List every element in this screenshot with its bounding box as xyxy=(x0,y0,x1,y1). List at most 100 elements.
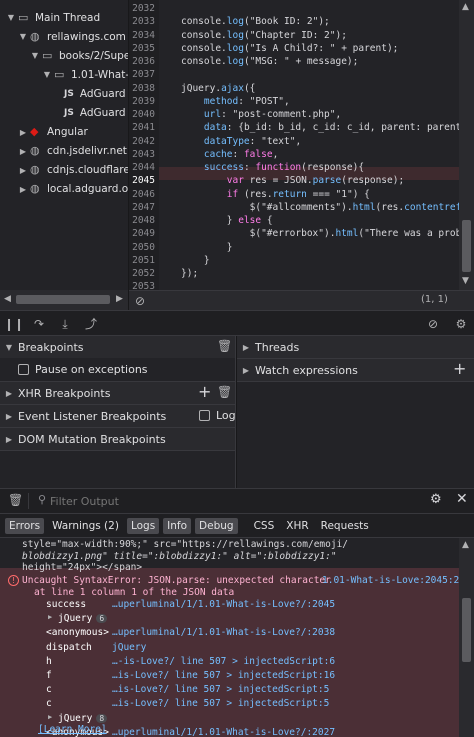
line-number[interactable]: 2040 xyxy=(129,109,155,120)
line-number[interactable]: 2052 xyxy=(129,268,155,279)
learn-more-link[interactable]: [Learn More] xyxy=(38,724,107,735)
pause-icon[interactable]: ❙❙ xyxy=(4,315,24,333)
scroll-thumb[interactable] xyxy=(16,295,110,304)
scroll-thumb[interactable] xyxy=(462,220,471,272)
console-scrollbar[interactable]: ▲ xyxy=(459,538,474,737)
pretty-print-icon[interactable]: ⊘ xyxy=(135,294,145,308)
tree-item[interactable]: JS AdGuard Po xyxy=(54,104,128,123)
expand-right-icon[interactable]: ▶ xyxy=(18,147,28,156)
line-number[interactable]: 2050 xyxy=(129,242,155,253)
expand-down-icon[interactable]: ▼ xyxy=(42,70,52,79)
line-number[interactable]: 2041 xyxy=(129,122,155,133)
line-number[interactable]: 2035 xyxy=(129,43,155,54)
step-out-icon[interactable]: ⤴ xyxy=(82,315,100,333)
filter-css[interactable]: CSS xyxy=(250,518,279,534)
stack-frame-source-link[interactable]: …is-Love?/ line 507 > injectedScript:5 xyxy=(112,698,329,709)
scroll-down-icon[interactable]: ▼ xyxy=(462,276,469,286)
stack-frame-source-link[interactable]: …uperluminal/1/1.01-What-is-Love?/:2038 xyxy=(112,627,335,638)
tree-item[interactable]: ▼▭ books/2/Superl xyxy=(30,46,128,65)
filter-xhr[interactable]: XHR xyxy=(282,518,312,534)
settings-gear-icon[interactable]: ⚙ xyxy=(452,315,470,333)
pause-exceptions-checkbox[interactable] xyxy=(18,363,29,375)
filter-info[interactable]: Info xyxy=(163,517,192,534)
line-gutter[interactable]: 2032 2033 2034 2035 2036 2037 2038 2039 2040 2041… xyxy=(129,0,159,290)
code-editor[interactable]: 2032 2033 2034 2035 2036 2037 2038 2039 2040 2041… xyxy=(129,0,474,290)
line-number[interactable]: 2038 xyxy=(129,83,155,94)
pause-on-exceptions-row[interactable]: Pause on exceptions xyxy=(0,359,235,379)
tree-item[interactable]: ▼ ◍ rellawings.com xyxy=(18,27,126,46)
breakpoints-header[interactable]: ▼ Breakpoints 🗑 xyxy=(0,336,235,358)
add-icon[interactable]: + xyxy=(198,382,211,401)
scroll-left-icon[interactable]: ◀ xyxy=(4,294,11,304)
code-line[interactable]: var res = JSON.parse(response); xyxy=(181,175,404,186)
editor-vertical-scrollbar[interactable]: ▲ ▼ xyxy=(459,0,474,290)
stack-frame-source-link[interactable]: …-is-Love?/ line 507 > injectedScript:6 xyxy=(112,656,335,667)
scroll-right-icon[interactable]: ▶ xyxy=(116,294,123,304)
tree-item[interactable]: ▶ ◆ Angular xyxy=(18,123,88,142)
step-over-icon[interactable]: ↷ xyxy=(30,315,48,333)
tree-horizontal-scrollbar[interactable]: ◀ ▶ xyxy=(0,290,128,310)
stack-frame-source-link[interactable]: jQuery xyxy=(112,642,146,653)
code-line[interactable]: } else { xyxy=(181,215,273,226)
xhr-breakpoints-header[interactable]: ▶ XHR Breakpoints + 🗑 xyxy=(0,382,235,404)
line-number[interactable]: 2037 xyxy=(129,69,155,80)
tree-item[interactable]: ▶ ◍ cdn.jsdelivr.net xyxy=(18,142,127,161)
line-number[interactable]: 2043 xyxy=(129,149,155,160)
line-number[interactable]: 2049 xyxy=(129,228,155,239)
stack-frame-source-link[interactable]: …uperluminal/1/1.01-What-is-Love?/:2045 xyxy=(112,599,335,610)
line-number[interactable]: 2042 xyxy=(129,136,155,147)
threads-header[interactable]: ▶ Threads xyxy=(237,336,474,358)
line-number[interactable]: 2053 xyxy=(129,281,155,290)
trash-icon[interactable]: 🗑 xyxy=(217,385,232,399)
tree-item[interactable]: ▶◍ local.adguard.org xyxy=(18,180,128,199)
stack-frame-source-link[interactable]: …is-Love?/ line 507 > injectedScript:16 xyxy=(112,670,335,681)
code-line[interactable]: $("#allcomments").html(res.contentrefres… xyxy=(181,202,474,213)
event-listener-header[interactable]: ▶ Event Listener Breakpoints Log xyxy=(0,405,236,427)
expand-down-icon[interactable]: ▼ xyxy=(18,32,28,41)
scroll-up-icon[interactable]: ▲ xyxy=(462,2,469,12)
tree-item[interactable]: JS AdGuard Ext xyxy=(54,84,128,103)
dom-mutation-header[interactable]: ▶ DOM Mutation Breakpoints xyxy=(0,428,235,450)
code-line[interactable]: console.log("Book ID: 2"); xyxy=(181,16,330,27)
code-line[interactable]: console.log("Chapter ID: 2"); xyxy=(181,30,347,41)
code-line[interactable]: }); xyxy=(181,268,198,279)
stack-frame-source-link[interactable]: …uperluminal/1/1.01-What-is-Love?/:2027 xyxy=(112,727,335,737)
trash-icon[interactable]: 🗑 xyxy=(217,339,232,353)
deactivate-breakpoints-icon[interactable]: ⊘ xyxy=(424,315,442,333)
log-checkbox[interactable] xyxy=(199,410,216,424)
code-line[interactable]: data: {b_id: b_id, c_id: c_id, parent: p… xyxy=(181,122,474,133)
code-line[interactable]: method: "POST", xyxy=(181,96,290,107)
filter-warnings[interactable]: Warnings (2) xyxy=(48,518,123,534)
line-number[interactable]: 2039 xyxy=(129,96,155,107)
code-line[interactable]: jQuery.ajax({ xyxy=(181,83,255,94)
expand-right-icon[interactable]: ▶ xyxy=(48,713,52,721)
scroll-thumb[interactable] xyxy=(462,598,471,662)
filter-requests[interactable]: Requests xyxy=(317,518,373,534)
add-watch-icon[interactable]: + xyxy=(453,359,466,378)
code-line[interactable]: } xyxy=(181,242,233,253)
line-number[interactable]: 2047 xyxy=(129,202,155,213)
error-source-link[interactable]: 1.01-What-is-Love:2045:28 xyxy=(322,575,465,586)
filter-logs[interactable]: Logs xyxy=(126,517,160,534)
code-line[interactable]: cache: false, xyxy=(181,149,278,160)
code-line[interactable]: dataType: "text", xyxy=(181,136,301,147)
tree-item[interactable]: ▼ ▭ 1.01-What-i xyxy=(42,65,128,84)
step-in-icon[interactable]: ⤓ xyxy=(56,315,74,333)
line-number[interactable]: 2036 xyxy=(129,56,155,67)
line-number[interactable]: 2044 xyxy=(129,162,155,173)
code-line[interactable]: console.log("Is A Child?: " + parent); xyxy=(181,43,398,54)
code-line[interactable]: if (res.return === "1") { xyxy=(181,189,370,200)
code-line[interactable]: $("#errorbox").html("There was a problem xyxy=(181,228,474,239)
expand-right-icon[interactable]: ▶ xyxy=(18,166,28,175)
scroll-up-icon[interactable]: ▲ xyxy=(462,540,469,550)
code-line[interactable]: success: function(response){ xyxy=(181,162,364,173)
tree-item[interactable]: ▶◍ cdnjs.cloudflare.co xyxy=(18,161,128,180)
code-line[interactable]: } xyxy=(181,255,210,266)
line-number[interactable]: 2033 xyxy=(129,16,155,27)
stack-frame-source-link[interactable]: …is-Love?/ line 507 > injectedScript:5 xyxy=(112,684,329,695)
filter-errors[interactable]: Errors xyxy=(5,517,45,534)
expand-right-icon[interactable]: ▶ xyxy=(48,613,52,621)
line-number[interactable]: 2048 xyxy=(129,215,155,226)
line-number[interactable]: 2046 xyxy=(129,189,155,200)
filter-debug[interactable]: Debug xyxy=(195,517,238,534)
